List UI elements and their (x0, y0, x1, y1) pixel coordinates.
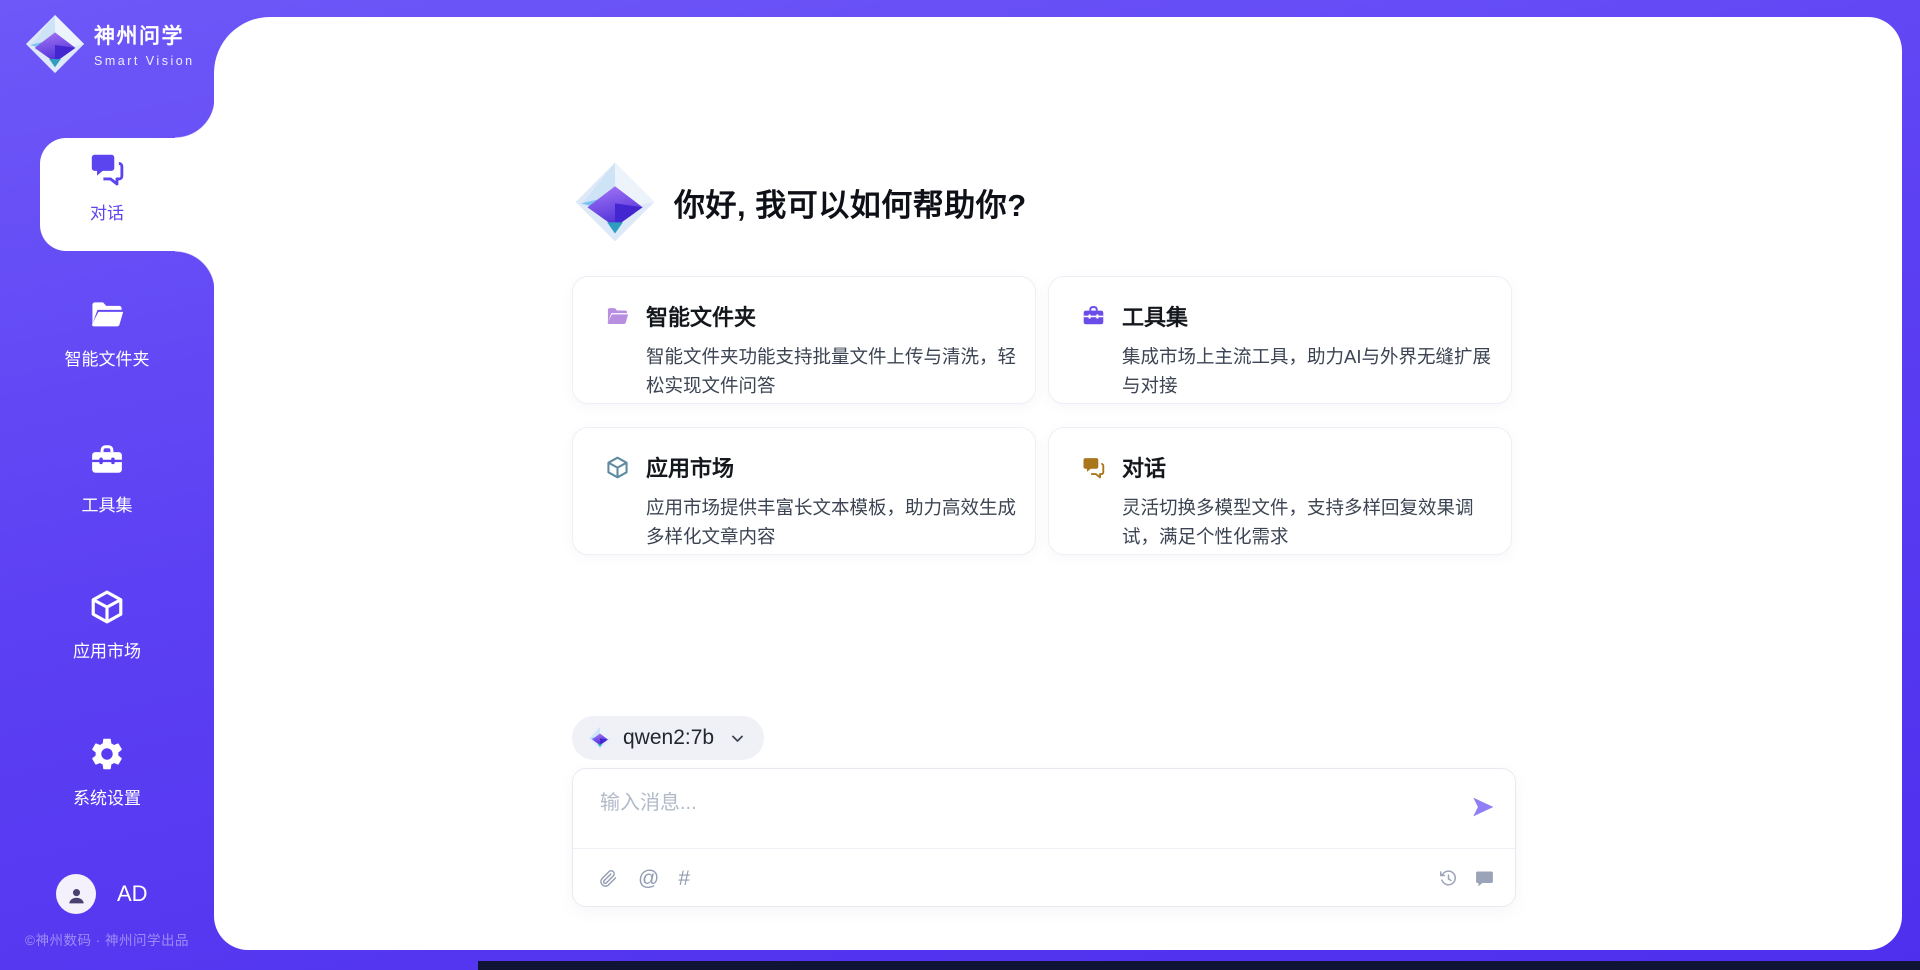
sidebar-item-app-market[interactable]: 应用市场 (0, 588, 214, 662)
brand: 神州问学 Smart Vision (24, 13, 195, 75)
card-head: 应用市场 (605, 451, 1019, 483)
gear-icon (88, 735, 126, 773)
user-name: AD (117, 881, 148, 907)
greeting-text: 你好, 我可以如何帮助你? (674, 180, 1027, 225)
brand-name: 神州问学 (94, 20, 195, 50)
card-title: 应用市场 (646, 451, 734, 483)
cube-icon (88, 588, 126, 626)
sidebar-footer: ©神州数码 · 神州问学出品 (0, 929, 214, 949)
active-nav-curve-bottom (175, 251, 215, 291)
send-button[interactable] (1470, 794, 1496, 820)
chat-bubble-icon[interactable] (1474, 868, 1495, 889)
toolbox-icon (88, 442, 126, 480)
composer-toolbar: @ # (598, 849, 1495, 907)
sidebar-item-label: 对话 (0, 199, 214, 224)
model-logo-icon (588, 726, 612, 750)
sidebar-item-toolset[interactable]: 工具集 (0, 442, 214, 516)
chevron-down-icon (729, 730, 746, 747)
card-description: 集成市场上主流工具，助力AI与外界无缝扩展与对接 (1122, 342, 1495, 400)
feature-card-app-market[interactable]: 应用市场 应用市场提供丰富长文本模板，助力高效生成多样化文章内容 (572, 427, 1036, 555)
sidebar-item-label: 工具集 (0, 491, 214, 516)
sidebar-item-label: 系统设置 (0, 784, 214, 809)
sidebar-item-smart-folder[interactable]: 智能文件夹 (0, 296, 214, 370)
card-head: 工具集 (1081, 300, 1495, 332)
message-composer: @ # (572, 768, 1516, 907)
card-title: 智能文件夹 (646, 300, 756, 332)
person-icon (64, 883, 89, 908)
card-head: 智能文件夹 (605, 300, 1019, 332)
attachment-icon[interactable] (598, 868, 619, 889)
sidebar-item-chat[interactable]: 对话 (0, 150, 214, 224)
user-profile[interactable]: AD (56, 874, 148, 914)
cube-icon (605, 455, 630, 480)
history-icon[interactable] (1438, 868, 1459, 889)
toolbox-icon (1081, 304, 1106, 329)
active-nav-curve-top (175, 98, 215, 138)
brand-text: 神州问学 Smart Vision (94, 20, 195, 68)
sidebar-item-settings[interactable]: 系统设置 (0, 735, 214, 809)
chat-bubbles-icon (1081, 455, 1106, 480)
feature-card-toolset[interactable]: 工具集 集成市场上主流工具，助力AI与外界无缝扩展与对接 (1048, 276, 1512, 404)
send-icon (1470, 794, 1496, 820)
message-input[interactable] (598, 784, 1422, 844)
card-description: 应用市场提供丰富长文本模板，助力高效生成多样化文章内容 (646, 493, 1019, 551)
feature-cards: 智能文件夹 智能文件夹功能支持批量文件上传与清洗，轻松实现文件问答 工具集 集成… (572, 276, 1512, 555)
model-selector[interactable]: qwen2:7b (572, 716, 764, 760)
folder-icon (88, 296, 126, 334)
card-head: 对话 (1081, 451, 1495, 483)
card-title: 对话 (1122, 451, 1166, 483)
card-title: 工具集 (1122, 300, 1188, 332)
app-root: { "brand": { "name": "神州问学", "subtitle":… (0, 0, 1920, 970)
avatar (56, 874, 96, 914)
brand-subtitle: Smart Vision (94, 54, 195, 68)
hash-icon[interactable]: # (678, 868, 690, 889)
brand-logo-icon (24, 13, 86, 75)
bottom-edge-strip (478, 961, 1920, 970)
card-description: 智能文件夹功能支持批量文件上传与清洗，轻松实现文件问答 (646, 342, 1019, 400)
sidebar-item-label: 应用市场 (0, 637, 214, 662)
sidebar-item-label: 智能文件夹 (0, 345, 214, 370)
feature-card-smart-folder[interactable]: 智能文件夹 智能文件夹功能支持批量文件上传与清洗，轻松实现文件问答 (572, 276, 1036, 404)
greeting: 你好, 我可以如何帮助你? (573, 160, 1027, 244)
feature-card-chat[interactable]: 对话 灵活切换多模型文件，支持多样回复效果调试，满足个性化需求 (1048, 427, 1512, 555)
assistant-logo-icon (573, 160, 657, 244)
model-name: qwen2:7b (623, 726, 714, 750)
mention-icon[interactable]: @ (638, 868, 659, 889)
folder-icon (605, 304, 630, 329)
chat-bubbles-icon (88, 150, 126, 188)
card-description: 灵活切换多模型文件，支持多样回复效果调试，满足个性化需求 (1122, 493, 1495, 551)
composer-toolbar-right (1438, 868, 1495, 889)
